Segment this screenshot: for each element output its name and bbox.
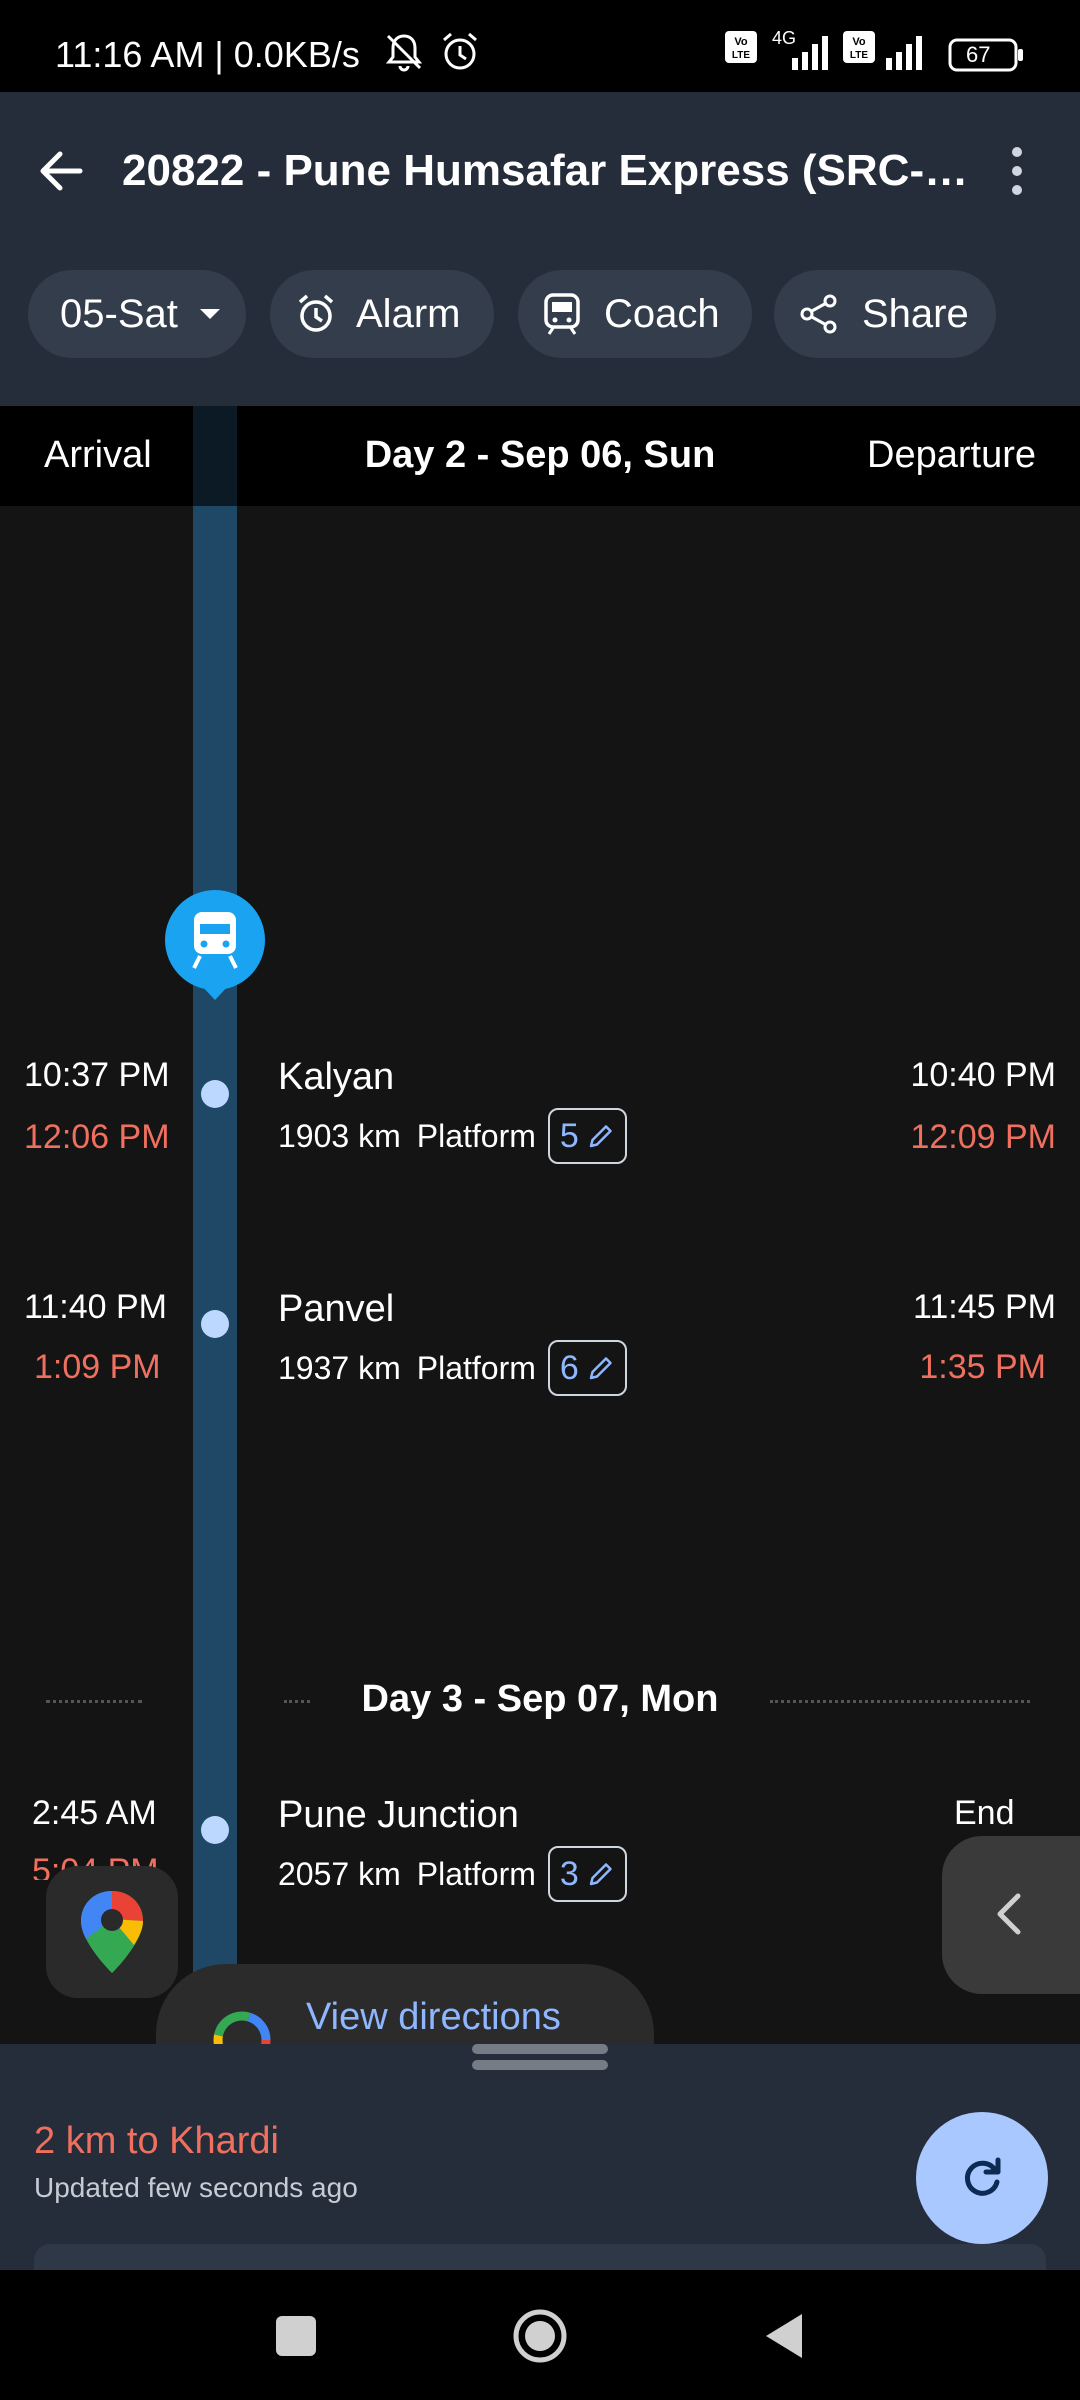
map-pin-icon xyxy=(81,1891,143,1973)
alarm-clock-icon xyxy=(443,32,477,70)
pune-arrival-sched: 2:45 AM xyxy=(32,1794,157,1832)
more-options-button[interactable] xyxy=(992,140,1042,202)
timeline-track xyxy=(193,506,237,2046)
sheet-grabber[interactable] xyxy=(472,2044,608,2054)
kalyan-platform-label: Platform xyxy=(416,1117,536,1154)
status-bar: 11:16 AM | 0.0KB/s Vo LTE 4G Vo LTE 67 xyxy=(0,0,1080,92)
mute-notifications-icon xyxy=(385,34,423,72)
departure-column-label: Departure xyxy=(867,434,1036,476)
kalyan-arrival-actual: 12:06 PM xyxy=(24,1118,170,1156)
status-time: 11:16 AM | 0.0KB/s xyxy=(55,34,360,75)
back-button[interactable] xyxy=(30,140,92,202)
svg-text:Vo: Vo xyxy=(734,36,748,48)
station-dot-kalyan xyxy=(201,1080,229,1108)
kalyan-departure-actual: 12:09 PM xyxy=(910,1118,1056,1156)
volte-icon: Vo LTE xyxy=(725,31,757,63)
alarm-chip-label: Alarm xyxy=(356,291,461,336)
battery-level: 67 xyxy=(966,42,991,67)
day3-separator: Day 3 - Sep 07, Mon xyxy=(0,1670,1080,1730)
edit-pencil-icon xyxy=(589,1863,612,1886)
panvel-info-row: 1937 km Platform 6 xyxy=(278,1340,627,1396)
share-icon xyxy=(800,294,837,334)
kalyan-platform-edit[interactable]: 5 xyxy=(547,1108,627,1164)
refresh-button[interactable] xyxy=(916,2112,1048,2244)
app-header: 20822 - Pune Humsafar Express (SRC-P… 05… xyxy=(0,92,1080,406)
station-dot-panvel xyxy=(201,1310,229,1338)
signal-strength-icon xyxy=(792,36,828,70)
station-dot-pune xyxy=(201,1816,229,1844)
volte-icon-2: Vo LTE xyxy=(843,31,875,63)
recents-square-icon[interactable] xyxy=(266,2306,326,2366)
kalyan-station-name[interactable]: Kalyan xyxy=(278,1056,394,1099)
nearest-location: 2 km to Khardi xyxy=(34,2120,279,2162)
pune-station-name[interactable]: Pune Junction xyxy=(278,1794,519,1837)
train-title: 20822 - Pune Humsafar Express (SRC-P… xyxy=(122,146,982,195)
home-circle-icon[interactable] xyxy=(510,2306,570,2366)
panvel-departure-sched: 11:45 PM xyxy=(912,1288,1056,1326)
dropdown-arrow-icon xyxy=(199,309,220,319)
pune-platform-edit[interactable]: 3 xyxy=(547,1846,627,1902)
edit-pencil-icon xyxy=(589,1357,612,1380)
panvel-departure-actual: 1:35 PM xyxy=(919,1348,1046,1386)
kalyan-distance: 1903 km xyxy=(278,1117,401,1154)
svg-text:Vo: Vo xyxy=(852,36,866,48)
kalyan-arrival-sched: 10:37 PM xyxy=(24,1056,170,1094)
arrow-back-icon xyxy=(40,151,83,191)
dotted-divider-right xyxy=(770,1700,1030,1703)
location-bottom-sheet[interactable]: 2 km to Khardi Updated few seconds ago xyxy=(0,2044,1080,2270)
grab-bar[interactable] xyxy=(472,2060,608,2070)
share-chip[interactable]: Share xyxy=(774,270,996,358)
google-maps-button[interactable] xyxy=(46,1866,178,1998)
pune-departure-end: End xyxy=(954,1794,1015,1832)
kalyan-info-row: 1903 km Platform 5 xyxy=(278,1108,627,1164)
pune-info-row: 2057 km Platform 3 xyxy=(278,1846,627,1902)
pune-platform-number: 3 xyxy=(559,1854,579,1893)
panvel-station-name[interactable]: Panvel xyxy=(278,1288,394,1331)
coach-chip-label: Coach xyxy=(604,291,720,336)
refresh-icon xyxy=(964,2157,1001,2196)
pune-platform-label: Platform xyxy=(416,1855,536,1892)
side-panel-handle[interactable] xyxy=(942,1836,1080,1994)
back-triangle-icon[interactable] xyxy=(754,2306,814,2366)
chevron-left-icon xyxy=(997,1893,1021,1935)
last-updated-text: Updated few seconds ago xyxy=(34,2172,358,2203)
panvel-platform-edit[interactable]: 6 xyxy=(547,1340,627,1396)
system-nav-bar xyxy=(0,2270,1080,2400)
kalyan-departure-sched: 10:40 PM xyxy=(910,1056,1056,1094)
panvel-platform-label: Platform xyxy=(416,1349,536,1386)
train-coach-icon xyxy=(544,293,580,335)
svg-text:LTE: LTE xyxy=(732,50,750,61)
date-chip[interactable]: 05-Sat xyxy=(28,270,246,358)
kalyan-platform-number: 5 xyxy=(559,1116,579,1155)
panvel-arrival-sched: 11:40 PM xyxy=(24,1288,168,1326)
share-chip-label: Share xyxy=(862,291,969,336)
train-position-icon xyxy=(165,890,265,1000)
day-header: Arrival Day 2 - Sep 06, Sun Departure xyxy=(0,406,1080,506)
more-vert-icon xyxy=(1012,147,1022,195)
alarm-icon xyxy=(298,294,334,332)
panvel-distance: 1937 km xyxy=(278,1349,401,1386)
coach-chip[interactable]: Coach xyxy=(518,270,752,358)
sheet-content-strip xyxy=(34,2244,1046,2270)
edit-pencil-icon xyxy=(589,1125,612,1148)
signal-strength-icon-2 xyxy=(886,36,922,70)
timeline-track-header xyxy=(193,406,237,506)
date-chip-label: 05-Sat xyxy=(60,291,178,336)
panvel-arrival-actual: 1:09 PM xyxy=(34,1348,161,1386)
pune-distance: 2057 km xyxy=(278,1855,401,1892)
view-directions-label: View directions xyxy=(306,1996,561,2038)
svg-text:LTE: LTE xyxy=(850,50,868,61)
panvel-platform-number: 6 xyxy=(559,1348,579,1387)
alarm-chip[interactable]: Alarm xyxy=(270,270,494,358)
